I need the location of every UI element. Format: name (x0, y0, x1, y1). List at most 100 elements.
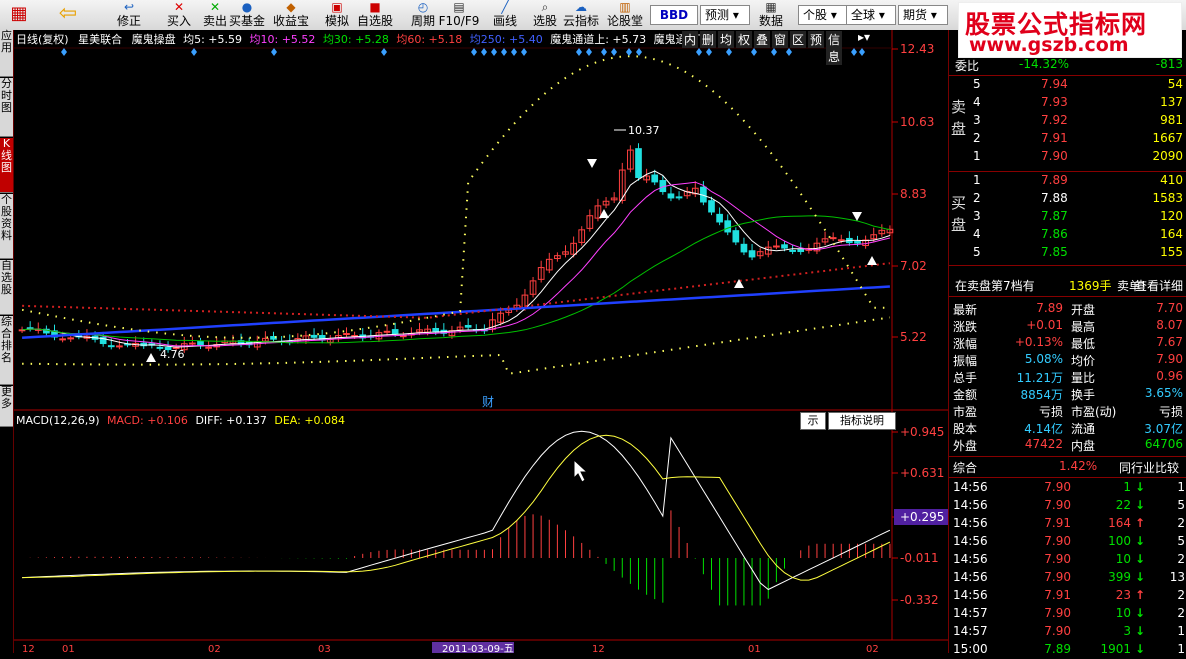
stat-value: 11.21万 (1016, 371, 1063, 385)
indicator-name[interactable]: 魔鬼操盘 (132, 33, 176, 46)
buy-fund-button[interactable]: ● 买基金 (224, 0, 270, 30)
tab-ranking[interactable]: 综合排名 (0, 316, 13, 385)
stat-label: 股本 (953, 422, 978, 436)
candle-body (432, 327, 440, 333)
app-logo-icon[interactable]: ▦ (2, 0, 36, 30)
arrow-down-icon: ↓ (1134, 480, 1145, 494)
watchlist-button[interactable]: ■ 自选股 (352, 0, 398, 30)
data-button[interactable]: ▦ 数据 (748, 0, 794, 30)
candle-body (773, 245, 780, 248)
candle-body (383, 330, 391, 333)
candle-body (748, 250, 756, 258)
bbd-button[interactable]: BBD (650, 5, 698, 25)
chart-tab-4[interactable]: 叠 (754, 31, 771, 48)
candle-body (399, 335, 407, 338)
futures-label: 期货 (903, 8, 928, 22)
macd-show-button[interactable]: 示 (800, 412, 826, 430)
chart-tab-7[interactable]: 预 (808, 31, 825, 48)
sell-level-row: 4 7.93 137 (949, 94, 1186, 112)
tab-apps[interactable]: 应用 (0, 30, 13, 77)
kline-chart[interactable]: 12.43 10.63 8.83 7.02 5.22 10.37 4.76 财 +0.945 +0… (14, 30, 948, 653)
buy-level-row: 4 7.86 164 (949, 226, 1186, 244)
view-detail-link[interactable]: 查看详细 (1135, 277, 1183, 294)
chart-tab-0[interactable]: 内 (682, 31, 699, 48)
tick-price: 7.90 (1044, 606, 1071, 620)
level-number: 5 (973, 245, 981, 259)
futures-dropdown[interactable]: 期货 ▾ (898, 5, 948, 25)
chart-tab-6[interactable]: 区 (790, 31, 807, 48)
tick-time: 14:56 (953, 534, 988, 548)
buy-level-row: 1 7.89 410 (949, 172, 1186, 190)
tick-price: 7.90 (1044, 570, 1071, 584)
arrow-down-icon: ↓ (1134, 570, 1145, 584)
tick-volume: 399 (1108, 570, 1131, 584)
tick-count: 2 (1177, 606, 1185, 620)
stat-value: 0.96 (1156, 369, 1183, 383)
price-axis-label: 7.02 (900, 259, 927, 273)
watchlist-icon: ■ (369, 0, 381, 14)
forum-label: 论股堂 (606, 14, 643, 28)
level-number: 4 (973, 227, 981, 241)
back-arrow-icon[interactable]: ⇦ (52, 0, 84, 30)
fix-button[interactable]: ↩ 修正 (106, 0, 152, 30)
stat-label: 量比 (1071, 371, 1096, 385)
macd-title[interactable]: MACD(12,26,9) (16, 414, 100, 427)
stat-label: 振幅 (953, 354, 978, 368)
tick-time: 14:56 (953, 588, 988, 602)
tab-more[interactable]: 更多 (0, 386, 13, 427)
period-label[interactable]: 日线(复权) (16, 33, 69, 46)
stat-value: 7.67 (1156, 335, 1183, 349)
price-axis-label: 8.83 (900, 187, 927, 201)
tick-row: 14:56 7.90 22 ↓ 5 (949, 497, 1186, 515)
time-axis-label: 03 (318, 644, 331, 653)
weibi-value: -14.32% (1019, 57, 1070, 71)
stat-value: 4.14亿 (1024, 422, 1063, 436)
chart-tab-3[interactable]: 权 (736, 31, 753, 48)
tick-time: 14:56 (953, 552, 988, 566)
tab-intraday[interactable]: 分时图 (0, 78, 13, 137)
tick-count: 5 (1177, 498, 1185, 512)
stat-label: 最新 (953, 303, 978, 317)
tick-count: 2 (1177, 588, 1185, 602)
stat-value: 7.70 (1156, 301, 1183, 315)
stat-value: +0.13% (1014, 335, 1063, 349)
chart-menu-arrow-icon[interactable]: ▸▾ (858, 30, 870, 44)
stat-row: 金额 8854万 换手 3.65% (949, 385, 1186, 403)
stock-label: 个股 (803, 8, 828, 22)
tick-count: 5 (1177, 534, 1185, 548)
f10-label: F10/F9 (438, 14, 480, 28)
weibi-label: 委比 (955, 59, 980, 73)
tab-watchlist[interactable]: 自选股 (0, 260, 13, 315)
chart-tab-1[interactable]: 删 (700, 31, 717, 48)
chart-tab-2[interactable]: 均 (718, 31, 735, 48)
profit-button[interactable]: ◆ 收益宝 (268, 0, 314, 30)
tick-price: 7.91 (1044, 588, 1071, 602)
level-number: 4 (973, 95, 981, 109)
candle-body (107, 345, 115, 348)
left-tab-bar: 应用 分时图 K线图 个股资料 自选股 综合排名 更多 (0, 30, 14, 653)
indicator-help-button[interactable]: 指标说明 (828, 412, 896, 430)
cloud-indicator-button[interactable]: ☁ 云指标 (558, 0, 604, 30)
arrow-down-icon: ↓ (1134, 606, 1145, 620)
buy-volume: 410 (1160, 173, 1183, 187)
global-dropdown[interactable]: 全球 ▾ (846, 5, 896, 25)
chart-tab-5[interactable]: 窗 (772, 31, 789, 48)
arrow-down-icon: ↓ (1134, 498, 1145, 512)
chevron-down-icon: ▾ (732, 8, 739, 22)
time-axis-label: 02 (208, 644, 221, 653)
stock-dropdown[interactable]: 个股 ▾ (798, 5, 848, 25)
finance-marker-label[interactable]: 财 (482, 395, 494, 409)
industry-compare-button[interactable]: 同行业比较 (1119, 459, 1179, 476)
forum-button[interactable]: ▥ 论股堂 (602, 0, 648, 30)
candle-body (26, 327, 34, 330)
chart-tab-8[interactable]: 信息 (826, 31, 843, 65)
forecast-dropdown[interactable]: 预测 ▾ (700, 5, 750, 25)
stat-row: 最新 7.89 开盘 7.70 (949, 300, 1186, 318)
stat-value: +0.01 (1026, 318, 1063, 332)
global-label: 全球 (851, 8, 876, 22)
tick-price: 7.90 (1044, 624, 1071, 638)
stat-value: 亏损 (1158, 405, 1183, 419)
f10-button[interactable]: ▤ F10/F9 (436, 0, 482, 30)
tab-kline[interactable]: K线图 (0, 138, 13, 193)
tab-stock-info[interactable]: 个股资料 (0, 194, 13, 259)
